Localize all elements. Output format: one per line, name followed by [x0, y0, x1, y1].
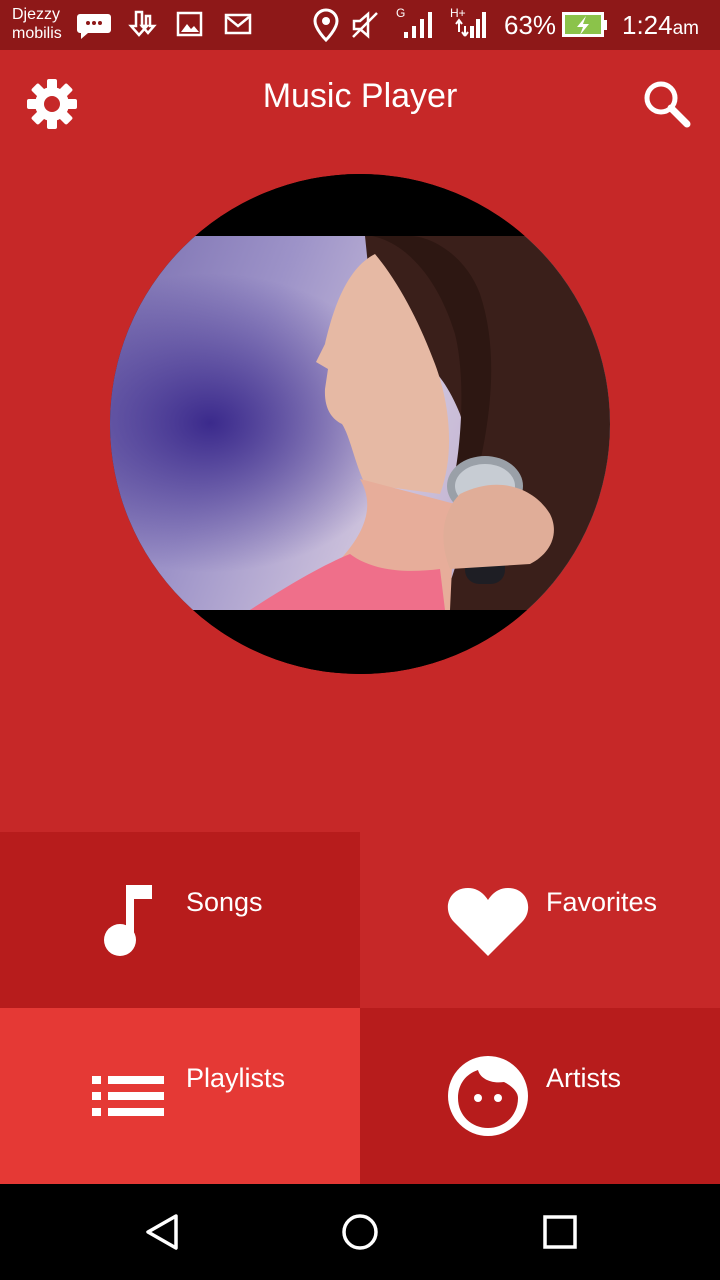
- menu-tile-label: Artists: [546, 1063, 622, 1093]
- app-bar: Music Player: [0, 50, 720, 146]
- album-art-image[interactable]: [110, 174, 610, 674]
- home-icon[interactable]: [340, 1212, 380, 1252]
- menu-tile-label: Playlists: [186, 1063, 286, 1093]
- clock: 1:24am: [622, 10, 700, 40]
- menu-tile-playlists[interactable]: Playlists: [0, 1008, 360, 1184]
- menu-tile-songs[interactable]: Songs: [0, 832, 360, 1008]
- status-bar: Djezzy mobilis G H+ 63% 1:24am: [0, 0, 720, 50]
- list-icon: [92, 1076, 164, 1116]
- back-icon[interactable]: [142, 1212, 182, 1252]
- carrier-name: Djezzy mobilis: [12, 6, 62, 42]
- location-icon: [313, 8, 339, 42]
- menu-tile-label: Favorites: [546, 887, 658, 917]
- navigation-bar: [0, 1184, 720, 1280]
- mail-icon: [224, 13, 252, 35]
- menu-tile-favorites[interactable]: Favorites: [360, 832, 720, 1008]
- recents-icon[interactable]: [540, 1212, 580, 1252]
- album-art-picture: [110, 174, 610, 674]
- chat-icon: [77, 14, 111, 39]
- menu-tile-artists[interactable]: Artists: [360, 1008, 720, 1184]
- signal-icon: [455, 12, 486, 38]
- mute-icon: [352, 11, 378, 39]
- signal-icon: [404, 12, 432, 38]
- search-icon[interactable]: [640, 77, 694, 131]
- heart-icon: [447, 888, 529, 956]
- music-note-icon: [104, 885, 152, 956]
- artist-face-icon: [448, 1056, 528, 1136]
- download-icon: [128, 10, 157, 37]
- page-title: Music Player: [262, 77, 458, 115]
- battery-charging-icon: [562, 12, 607, 37]
- image-icon: [176, 11, 203, 37]
- battery-percent: 63%: [504, 10, 557, 40]
- menu-tile-label: Songs: [186, 887, 263, 917]
